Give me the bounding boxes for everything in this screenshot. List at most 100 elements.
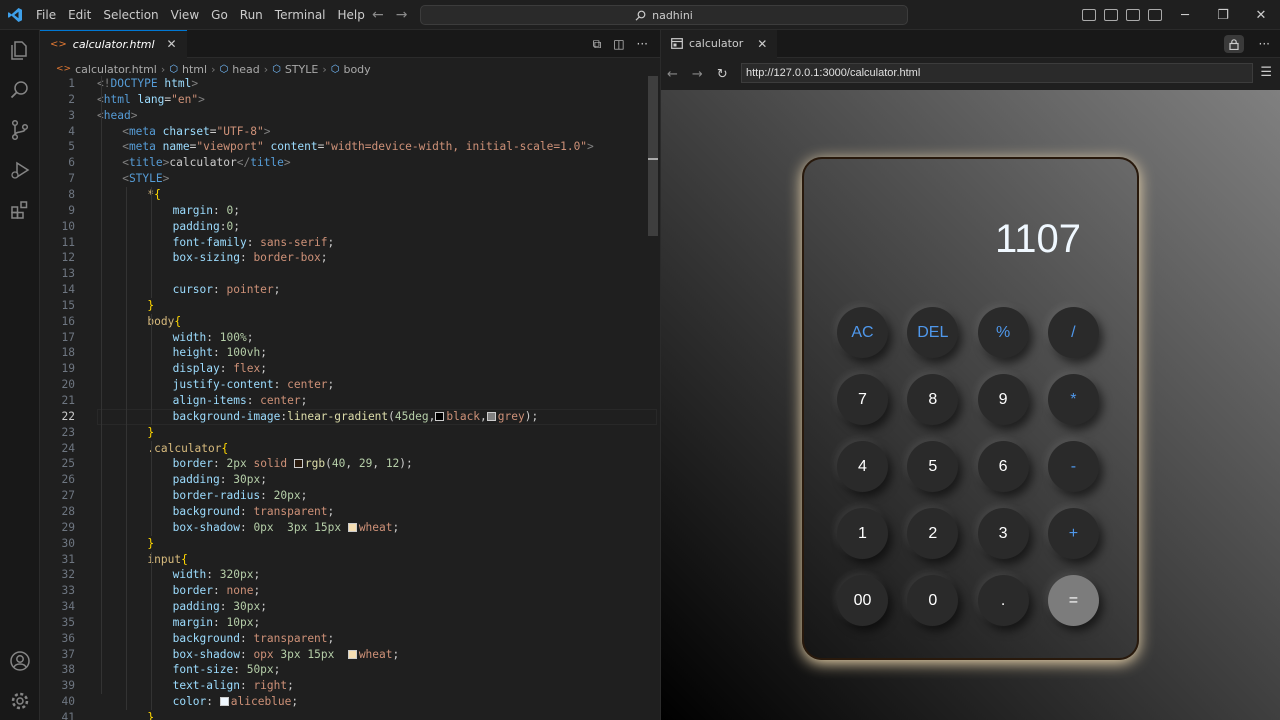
account-icon[interactable] [8,649,32,673]
code-line[interactable]: 7 <STYLE> [40,171,650,187]
code-line[interactable]: 39 text-align: right; [40,678,650,694]
menu-file[interactable]: File [30,0,62,30]
calc-key[interactable]: DEL [907,307,959,358]
menu-view[interactable]: View [165,0,205,30]
calc-key[interactable]: 7 [837,374,888,425]
code-line[interactable]: 31 input{ [40,552,650,568]
close-window-icon[interactable]: ✕ [1242,0,1280,30]
calculator-display[interactable]: 1107 [804,217,1081,262]
calc-key[interactable]: 9 [977,374,1029,425]
calc-key[interactable]: 1 [837,508,888,559]
code-line[interactable]: 12 box-sizing: border-box; [40,250,650,266]
calc-key[interactable]: 0 [907,575,959,626]
toggle-panel-icon[interactable] [1104,9,1118,21]
code-line[interactable]: 20 justify-content: center; [40,377,650,393]
code-line[interactable]: 40 color: aliceblue; [40,694,650,710]
calc-key[interactable]: / [1047,307,1099,358]
code-line[interactable]: 5 <meta name="viewport" content="width=de… [40,139,650,155]
code-line[interactable]: 30} [40,536,650,552]
tab-calculator-html[interactable]: <> calculator.html ✕ [40,29,187,58]
minimize-icon[interactable]: ─ [1166,0,1204,30]
code-line[interactable]: 25 border: 2px solid rgb(40, 29, 12); [40,456,650,472]
color-swatch-icon[interactable] [293,459,303,469]
code-line[interactable]: 36 background: transparent; [40,631,650,647]
editor-scrollbar[interactable] [648,76,658,236]
menu-help[interactable]: Help [332,0,371,30]
split-editor-icon[interactable]: ◫ [613,37,624,51]
code-line[interactable]: 32 width: 320px; [40,567,650,583]
menu-edit[interactable]: Edit [62,0,97,30]
reload-icon[interactable]: ↻ [717,67,728,82]
toggle-secondary-sidebar-icon[interactable] [1126,9,1140,21]
calc-key[interactable]: 3 [977,508,1029,559]
restore-icon[interactable]: ❐ [1204,0,1242,30]
code-line[interactable]: 1 <!DOCTYPE html> [40,76,650,92]
breadcrumb-item[interactable]: body [343,63,370,76]
code-line[interactable]: 33 border: none; [40,583,650,599]
code-line[interactable]: 28 background: transparent; [40,504,650,520]
code-line[interactable]: 26 padding: 30px; [40,472,650,488]
code-line[interactable]: 18 height: 100vh; [40,345,650,361]
code-line[interactable]: 10 padding:0; [40,219,650,235]
calc-key[interactable]: 4 [837,441,888,492]
code-line[interactable]: 6 <title>calculator</title> [40,155,650,171]
code-line[interactable]: 4 <meta charset="UTF-8"> [40,124,650,140]
extensions-icon[interactable] [8,198,32,222]
explorer-icon[interactable] [8,38,32,62]
toggle-sidebar-icon[interactable] [1082,9,1096,21]
close-browser-tab-icon[interactable]: ✕ [757,37,767,51]
menu-terminal[interactable]: Terminal [269,0,332,30]
breadcrumb-item[interactable]: calculator.html [75,63,157,76]
code-line[interactable]: 8 *{ [40,187,650,203]
code-line[interactable]: 22 background-image:linear-gradient(45deg… [40,409,650,425]
code-line[interactable]: 17 width: 100%; [40,330,650,346]
calc-key[interactable]: + [1047,508,1099,559]
open-preview-icon[interactable]: ⧉ [593,37,602,52]
calc-key[interactable]: . [977,575,1029,626]
more-actions-icon[interactable]: ··· [637,37,648,51]
breadcrumb-item[interactable]: head [232,63,259,76]
calc-key[interactable]: 00 [837,575,888,626]
code-line[interactable]: 37 box-shadow: opx 3px 15px wheat; [40,647,650,663]
calc-key[interactable]: 6 [977,441,1029,492]
code-line[interactable]: 23} [40,425,650,441]
back-arrow-icon[interactable]: ← [372,7,384,23]
color-swatch-icon[interactable] [347,649,357,659]
command-center[interactable]: nadhini [420,5,908,25]
run-debug-icon[interactable] [8,158,32,182]
menu-run[interactable]: Run [234,0,269,30]
calc-key[interactable]: AC [837,307,888,358]
lock-group-icon[interactable] [1224,35,1244,53]
calc-key[interactable]: 2 [907,508,959,559]
search-sidebar-icon[interactable] [8,78,32,102]
browser-more-actions-icon[interactable]: ··· [1259,30,1270,58]
breadcrumb-item[interactable]: html [182,63,207,76]
menu-go[interactable]: Go [205,0,234,30]
calc-key[interactable]: 8 [907,374,959,425]
code-line[interactable]: 34 padding: 30px; [40,599,650,615]
code-line[interactable]: 3 <head> [40,108,650,124]
code-line[interactable]: 41} [40,710,650,720]
calc-key[interactable]: = [1047,575,1099,626]
calc-key[interactable]: * [1047,374,1099,425]
code-line[interactable]: 9 margin: 0; [40,203,650,219]
code-line[interactable]: 38 font-size: 50px; [40,662,650,678]
code-line[interactable]: 13 [40,266,650,282]
browser-menu-icon[interactable]: ☰ [1260,65,1272,80]
tab-calculator-preview[interactable]: calculator ✕ [661,29,778,58]
color-swatch-icon[interactable] [486,411,496,421]
browser-forward-icon[interactable]: → [692,67,703,82]
settings-gear-icon[interactable] [8,689,32,713]
menu-selection[interactable]: Selection [97,0,164,30]
color-swatch-icon[interactable] [347,522,357,532]
code-line[interactable]: 2 <html lang="en"> [40,92,650,108]
code-line[interactable]: 27 border-radius: 20px; [40,488,650,504]
code-line[interactable]: 19 display: flex; [40,361,650,377]
code-line[interactable]: 16 body{ [40,314,650,330]
calc-key[interactable]: 5 [907,441,959,492]
code-line[interactable]: 35 margin: 10px; [40,615,650,631]
source-control-icon[interactable] [8,118,32,142]
color-swatch-icon[interactable] [219,697,229,707]
close-tab-icon[interactable]: ✕ [167,37,177,51]
forward-arrow-icon[interactable]: → [396,7,408,23]
